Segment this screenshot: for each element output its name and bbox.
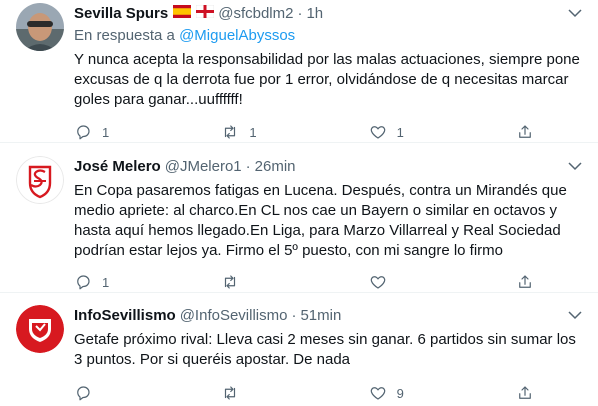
reply-button[interactable] — [74, 384, 154, 402]
share-button[interactable] — [516, 273, 534, 291]
retweet-button[interactable]: 1 — [221, 123, 301, 141]
reply-button[interactable]: 1 — [74, 123, 154, 141]
tweet-time[interactable]: 51min — [300, 307, 341, 324]
share-button[interactable] — [516, 384, 534, 402]
tweet-header: InfoSevillismo @InfoSevillismo · 51min — [74, 305, 584, 325]
like-icon — [370, 276, 385, 289]
reply-count: 1 — [102, 274, 110, 290]
reply-icon — [77, 125, 90, 140]
tweet[interactable]: InfoSevillismo @InfoSevillismo · 51min G… — [0, 293, 598, 406]
chevron-down-icon[interactable] — [566, 4, 584, 22]
tweet-text: Getafe próximo rival: Lleva casi 2 meses… — [74, 331, 581, 368]
reply-icon — [77, 275, 90, 290]
retweet-icon — [225, 386, 236, 400]
reply-icon — [77, 386, 90, 401]
separator-dot: · — [291, 306, 297, 324]
reply-mention-link[interactable]: @MiguelAbyssos — [179, 27, 295, 44]
reply-prefix: En respuesta a — [74, 27, 175, 44]
share-button[interactable] — [516, 123, 534, 141]
tweet-time[interactable]: 1h — [306, 5, 323, 22]
tweet-actions: 1 — [74, 272, 534, 292]
chevron-down-icon[interactable] — [566, 306, 584, 324]
england-flag-icon — [195, 4, 215, 22]
reply-button[interactable]: 1 — [74, 273, 154, 291]
reply-count: 1 — [102, 124, 110, 140]
avatar[interactable] — [16, 156, 64, 204]
tweet[interactable]: Sevilla Spurs @sfcbdlm2 · 1h En respuest… — [0, 0, 598, 143]
tweet-actions: 9 — [74, 383, 534, 403]
user-handle[interactable]: @InfoSevillismo — [180, 307, 288, 324]
avatar[interactable] — [16, 3, 64, 51]
user-handle[interactable]: @JMelero1 — [165, 158, 242, 175]
tweet-actions: 1 1 1 — [74, 122, 534, 142]
retweet-icon — [225, 275, 236, 289]
display-name[interactable]: José Melero — [74, 158, 161, 175]
like-button[interactable]: 9 — [369, 384, 449, 402]
separator-dot: · — [245, 157, 251, 175]
retweet-button[interactable] — [221, 384, 301, 402]
retweet-button[interactable] — [221, 273, 301, 291]
like-button[interactable]: 1 — [369, 123, 449, 141]
timeline-feed: Sevilla Spurs @sfcbdlm2 · 1h En respuest… — [0, 0, 598, 406]
tweet-time[interactable]: 26min — [255, 158, 296, 175]
tweet-header: Sevilla Spurs @sfcbdlm2 · 1h — [74, 3, 584, 23]
retweet-icon — [225, 125, 236, 139]
user-handle[interactable]: @sfcbdlm2 — [218, 5, 293, 22]
avatar[interactable] — [16, 305, 64, 353]
tweet-header: José Melero @JMelero1 · 26min — [74, 156, 584, 176]
display-name[interactable]: Sevilla Spurs — [74, 5, 168, 22]
like-icon — [370, 387, 385, 400]
like-icon — [370, 126, 385, 139]
tweet[interactable]: José Melero @JMelero1 · 26min En Copa pa… — [0, 143, 598, 293]
like-count: 9 — [396, 385, 404, 401]
display-name[interactable]: InfoSevillismo — [74, 307, 176, 324]
chevron-down-icon[interactable] — [566, 157, 584, 175]
separator-dot: · — [297, 4, 303, 22]
share-icon — [519, 275, 531, 288]
tweet-text: Y nunca acepta la responsabilidad por la… — [74, 51, 585, 108]
spain-flag-icon — [173, 4, 192, 22]
retweet-count: 1 — [249, 124, 257, 140]
share-icon — [519, 125, 531, 138]
reply-context: En respuesta a @MiguelAbyssos — [74, 27, 584, 47]
like-button[interactable] — [369, 273, 449, 291]
tweet-text: En Copa pasaremos fatigas en Lucena. Des… — [74, 182, 571, 259]
share-icon — [519, 386, 531, 399]
like-count: 1 — [396, 124, 404, 140]
